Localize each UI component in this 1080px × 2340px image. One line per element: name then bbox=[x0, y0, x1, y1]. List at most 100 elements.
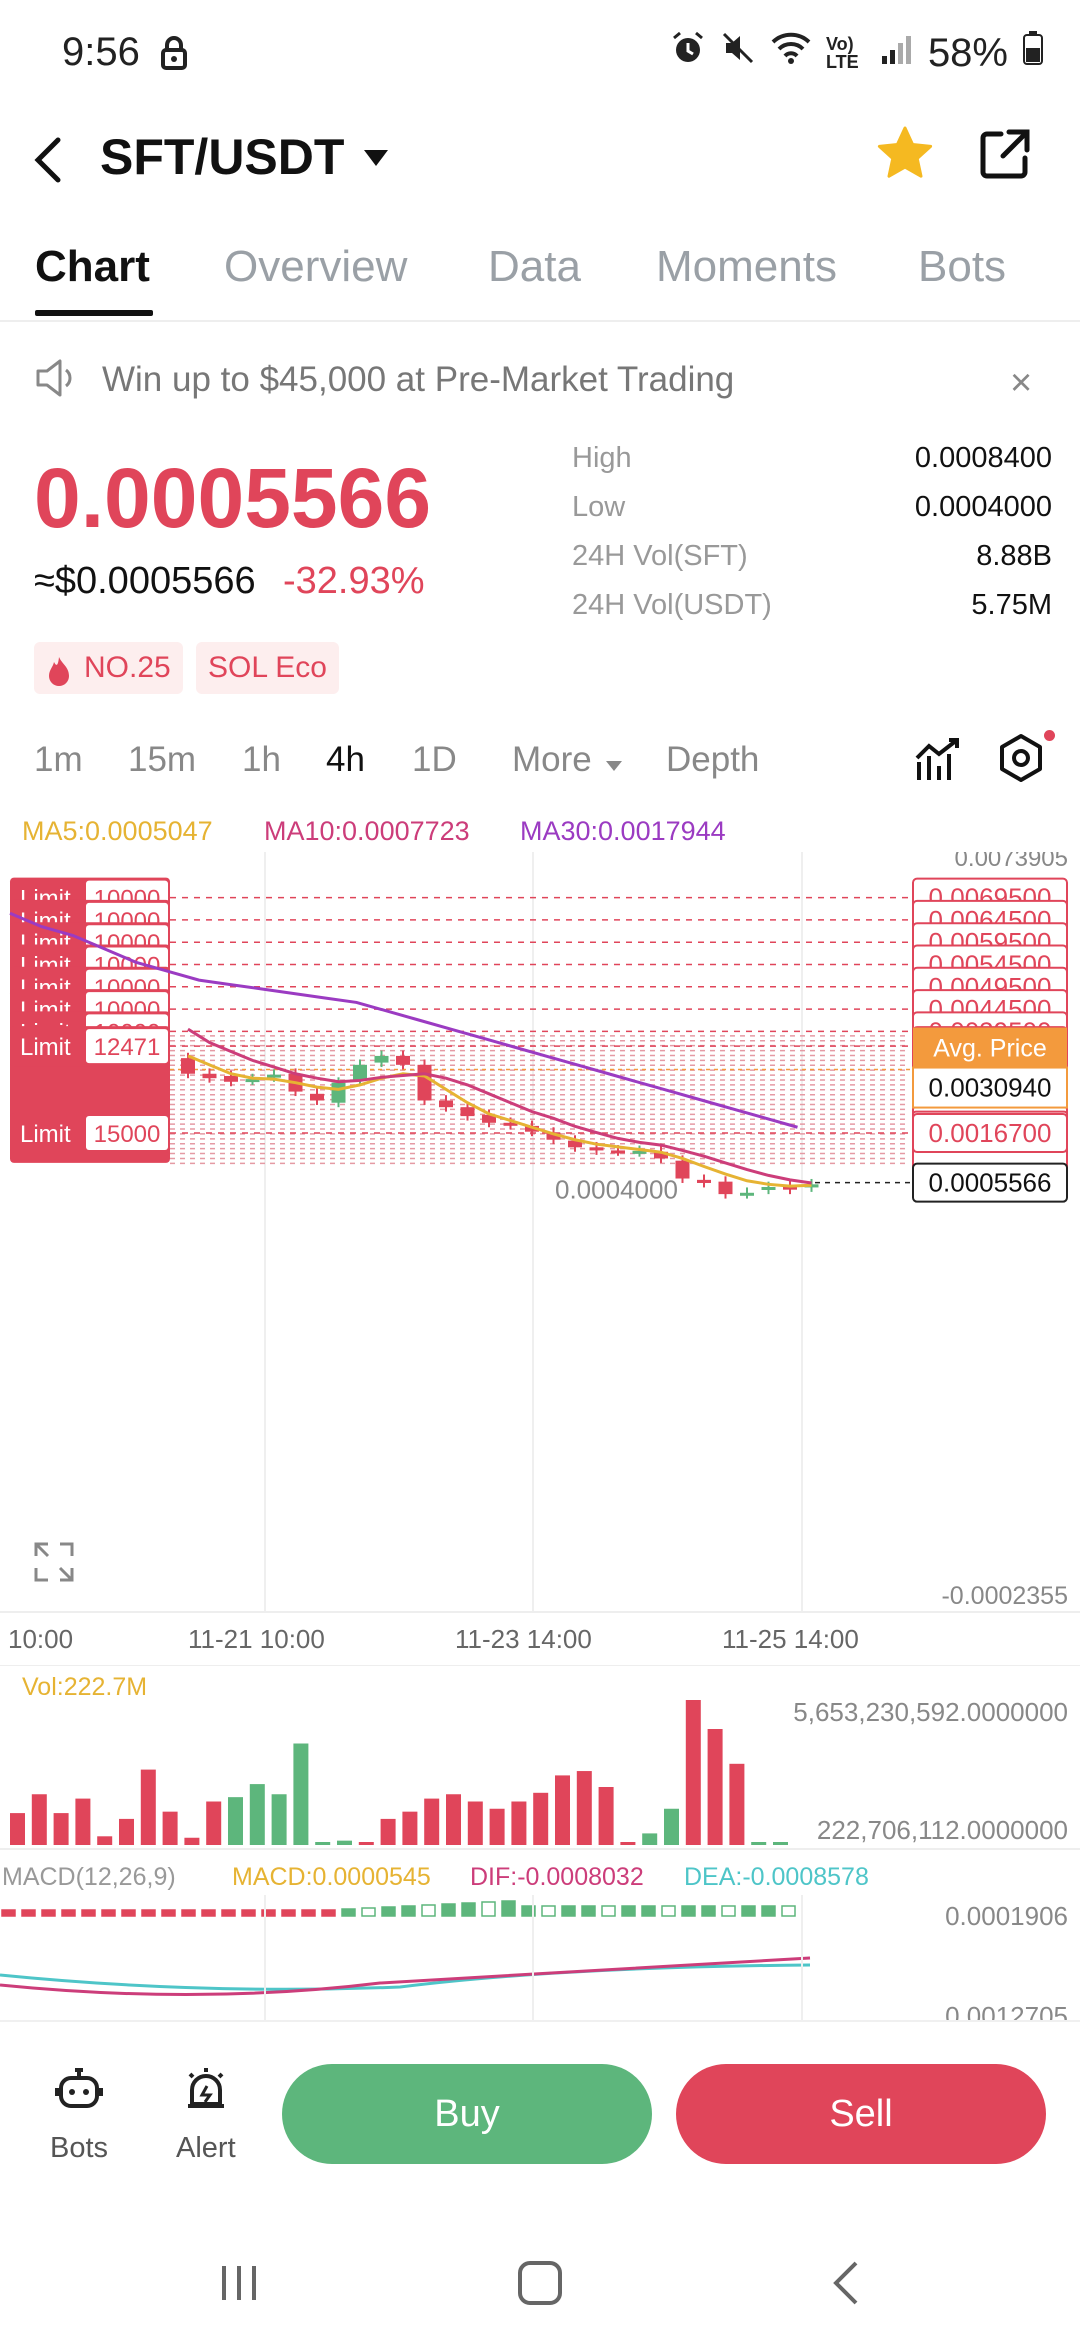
timeframe-bar: 1m 15m 1h 4h 1D More Depth bbox=[0, 730, 1080, 814]
tf-1d[interactable]: 1D bbox=[412, 740, 457, 780]
buy-button[interactable]: Buy bbox=[282, 2064, 652, 2164]
candle-body bbox=[611, 1150, 625, 1154]
network-label: Vo) LTE bbox=[825, 34, 859, 72]
avg-price-value: 0.0030940 bbox=[929, 1073, 1052, 1103]
ma-legend: MA5:0.0005047 MA10:0.0007723 MA30:0.0017… bbox=[0, 812, 1080, 852]
macd-bar bbox=[221, 1909, 236, 1917]
tab-chart[interactable]: Chart bbox=[35, 242, 150, 292]
stat-label: Low bbox=[572, 491, 626, 523]
tf-1m[interactable]: 1m bbox=[34, 740, 83, 780]
tf-1h[interactable]: 1h bbox=[242, 740, 281, 780]
candlestick-chart[interactable]: Limit 10000Limit 10000Limit 10000Limit 10000… bbox=[0, 852, 1080, 1662]
volume-bar bbox=[75, 1798, 91, 1845]
battery-percent: 58% bbox=[927, 30, 1008, 75]
macd-axis-top: 0.0001906 bbox=[945, 1901, 1068, 1931]
macd-bar bbox=[761, 1905, 776, 1917]
status-bar: 9:56 Vo) LTE 58% bbox=[0, 0, 1080, 110]
candle-body bbox=[761, 1186, 776, 1190]
stat-label: 24H Vol(SFT) bbox=[572, 540, 748, 572]
alert-button[interactable]: Alert bbox=[176, 2064, 236, 2165]
tf-15m[interactable]: 15m bbox=[128, 740, 196, 780]
candle-body bbox=[718, 1181, 733, 1195]
pair-title[interactable]: SFT/USDT bbox=[100, 128, 344, 186]
candle-body bbox=[460, 1107, 475, 1117]
rank-label: NO.25 bbox=[84, 651, 171, 684]
volume-bar bbox=[773, 1842, 788, 1845]
tab-overview[interactable]: Overview bbox=[224, 242, 407, 292]
macd-bar bbox=[1, 1909, 16, 1917]
promo-banner[interactable]: Win up to $45,000 at Pre-Market Trading … bbox=[0, 330, 1080, 430]
last-price: 0.0005566 bbox=[34, 451, 432, 545]
candle-body bbox=[439, 1100, 453, 1108]
volume-bar bbox=[10, 1813, 25, 1845]
macd-bar bbox=[81, 1909, 96, 1917]
volume-bar bbox=[380, 1818, 396, 1845]
x-axis-label: 11-25 14:00 bbox=[722, 1624, 859, 1654]
back-nav-button[interactable] bbox=[822, 2258, 872, 2313]
sell-button[interactable]: Sell bbox=[676, 2064, 1046, 2164]
volume-chart: Vol:222.7M 5,653,230,592.0000000 222,706,1… bbox=[0, 1665, 1080, 1850]
current-price-label: 0.0005566 bbox=[929, 1168, 1052, 1198]
bots-label: Bots bbox=[50, 2132, 109, 2164]
caret-down-icon[interactable] bbox=[362, 146, 390, 175]
macd-bar bbox=[21, 1909, 36, 1917]
alarm-bell-icon bbox=[187, 2068, 224, 2108]
tf-4h[interactable]: 4h bbox=[326, 740, 365, 780]
back-button[interactable] bbox=[28, 130, 88, 200]
candle-body bbox=[417, 1064, 432, 1101]
stat-value: 0.0008400 bbox=[914, 442, 1052, 474]
rank-badge[interactable]: NO.25 bbox=[34, 642, 183, 694]
macd-bar bbox=[321, 1909, 336, 1917]
tf-depth[interactable]: Depth bbox=[666, 740, 759, 780]
expand-icon[interactable] bbox=[32, 1540, 76, 1589]
x-axis-label: 11-23 14:00 bbox=[455, 1624, 592, 1654]
lock-icon bbox=[160, 36, 188, 75]
candle-body bbox=[697, 1179, 711, 1183]
macd-bar bbox=[401, 1905, 416, 1917]
status-time: 9:56 bbox=[62, 30, 140, 74]
home-button[interactable] bbox=[515, 2258, 565, 2313]
macd-axis-bottom: 0.0012705 bbox=[945, 2001, 1068, 2020]
tab-bots[interactable]: Bots bbox=[918, 242, 1006, 292]
price-tag: 0.0016700 bbox=[929, 1118, 1052, 1148]
notification-dot bbox=[1044, 730, 1055, 741]
limit-order-qty: 12471 bbox=[94, 1034, 161, 1061]
eco-badge[interactable]: SOL Eco bbox=[196, 642, 339, 694]
more-label: More bbox=[512, 740, 592, 779]
alert-label: Alert bbox=[176, 2132, 236, 2164]
candle-body bbox=[202, 1073, 217, 1079]
stat-vol-usdt: 24H Vol(USDT) 5.75M bbox=[572, 581, 1052, 630]
tf-more[interactable]: More bbox=[512, 740, 623, 782]
tab-bar: Chart Overview Data Moments Bots bbox=[0, 230, 1080, 322]
macd-bar bbox=[181, 1909, 196, 1917]
macd-bar bbox=[281, 1909, 296, 1917]
volume-bar bbox=[249, 1784, 265, 1845]
price-change-percent: -32.93% bbox=[283, 560, 425, 602]
volume-label: Vol:222.7M bbox=[22, 1673, 147, 1701]
tab-moments[interactable]: Moments bbox=[656, 242, 837, 292]
share-icon[interactable] bbox=[975, 124, 1035, 189]
volume-bar bbox=[402, 1811, 418, 1845]
volume-bar bbox=[206, 1801, 222, 1845]
close-icon[interactable]: × bbox=[1010, 362, 1032, 405]
tab-data[interactable]: Data bbox=[488, 242, 581, 292]
action-bar: Bots Alert Buy Sell bbox=[0, 2020, 1080, 2200]
favorite-star-icon[interactable] bbox=[875, 124, 935, 189]
low-marker: 0.0004000 bbox=[555, 1175, 678, 1205]
settings-icon[interactable] bbox=[995, 732, 1047, 789]
robot-icon bbox=[55, 2068, 104, 2108]
stat-label: 24H Vol(USDT) bbox=[572, 589, 772, 621]
volume-axis-bottom: 222,706,112.0000000 bbox=[817, 1815, 1068, 1845]
stat-low: Low 0.0004000 bbox=[572, 483, 1052, 532]
stat-value: 8.88B bbox=[976, 540, 1052, 572]
volume-bar bbox=[598, 1787, 614, 1845]
x-axis-label: 11-21 10:00 bbox=[188, 1624, 325, 1654]
macd-bar bbox=[621, 1905, 636, 1917]
indicator-icon[interactable] bbox=[913, 736, 963, 791]
volume-bar bbox=[664, 1808, 679, 1845]
macd-bar bbox=[741, 1905, 756, 1917]
recent-apps-button[interactable] bbox=[214, 2258, 264, 2313]
macd-bar bbox=[101, 1909, 116, 1917]
bots-button[interactable]: Bots bbox=[50, 2064, 108, 2165]
avg-price-label: Avg. Price bbox=[933, 1035, 1046, 1063]
